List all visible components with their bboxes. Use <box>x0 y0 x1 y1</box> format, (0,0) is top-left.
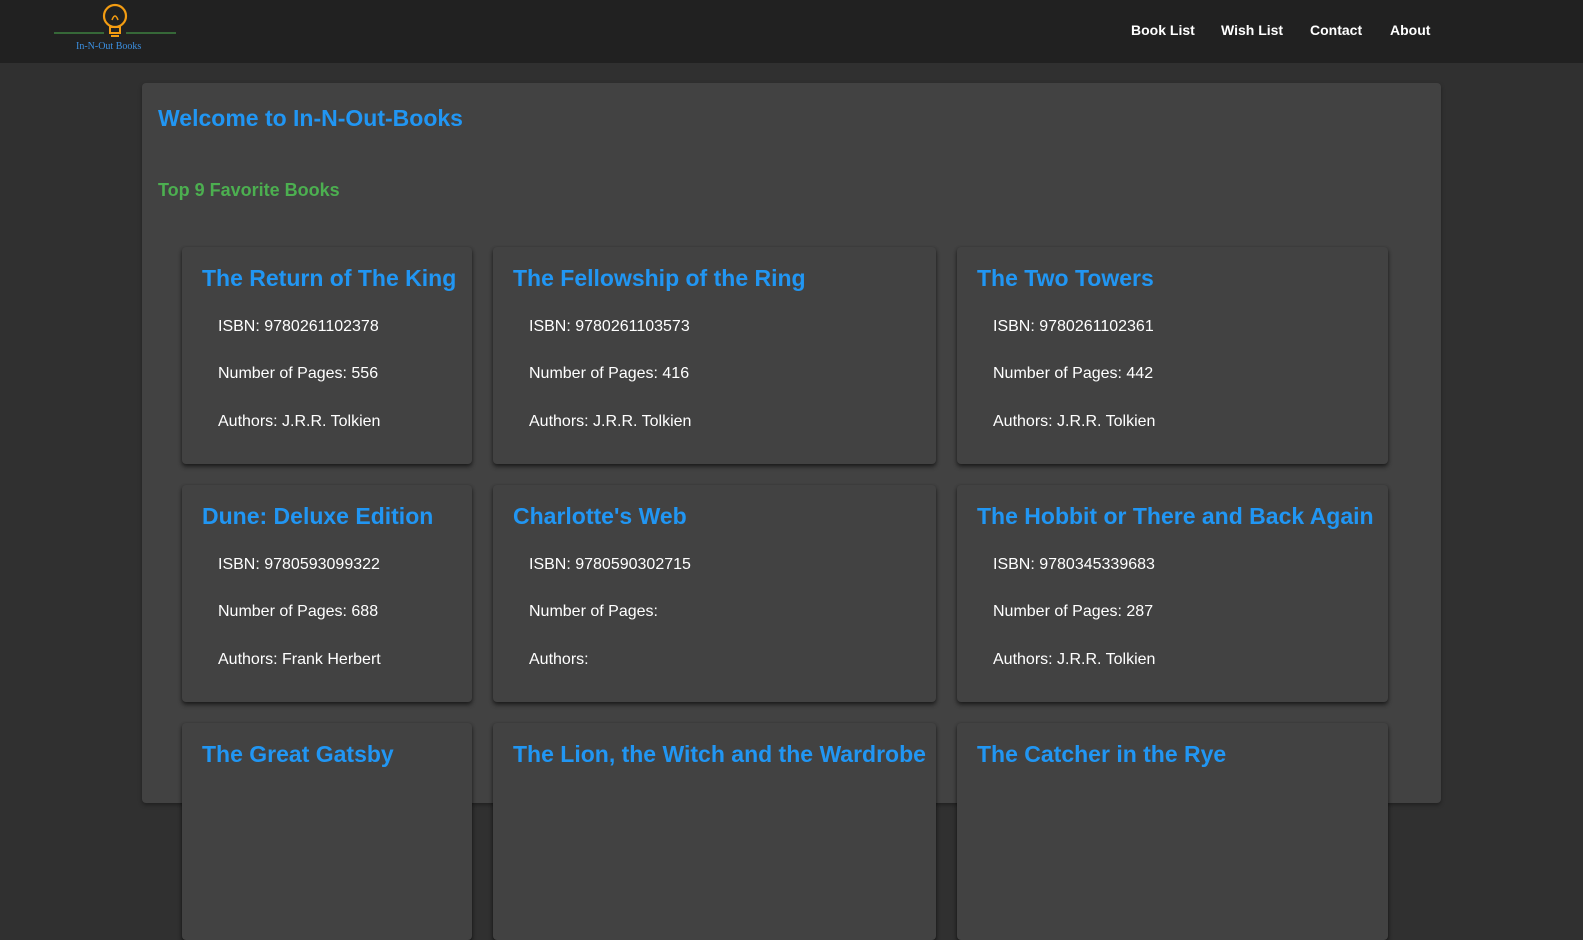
book-isbn: ISBN: 9780261103573 <box>529 318 690 336</box>
isbn-value: 9780261102378 <box>264 318 379 335</box>
authors-label: Authors: <box>529 651 589 668</box>
book-pages: Number of Pages: 556 <box>218 365 378 383</box>
authors-label: Authors: <box>529 413 594 430</box>
book-authors: Authors: J.R.R. Tolkien <box>993 651 1155 669</box>
book-card[interactable]: The Hobbit or There and Back Again ISBN:… <box>957 485 1388 702</box>
isbn-value: 9780593099322 <box>264 556 380 573</box>
isbn-label: ISBN: <box>218 556 265 573</box>
book-title[interactable]: The Two Towers <box>977 265 1154 292</box>
isbn-value: 9780345339683 <box>1039 556 1155 573</box>
book-title[interactable]: The Lion, the Witch and the Wardrobe <box>513 741 926 768</box>
book-isbn: ISBN: 9780261102361 <box>993 318 1154 336</box>
pages-value: 287 <box>1126 603 1154 620</box>
authors-value: J.R.R. Tolkien <box>1057 651 1156 668</box>
isbn-label: ISBN: <box>993 556 1040 573</box>
isbn-label: ISBN: <box>218 318 265 335</box>
logo-text: In-N-Out Books <box>76 41 142 52</box>
authors-label: Authors: <box>993 413 1058 430</box>
book-authors: Authors: Frank Herbert <box>218 651 381 669</box>
isbn-label: ISBN: <box>993 318 1040 335</box>
pages-label: Number of Pages: <box>218 603 352 620</box>
book-card[interactable]: The Great Gatsby <box>182 723 472 940</box>
book-title[interactable]: The Fellowship of the Ring <box>513 265 806 292</box>
section-subtitle: Top 9 Favorite Books <box>158 180 340 200</box>
book-card[interactable]: Charlotte's Web ISBN: 9780590302715 Numb… <box>493 485 936 702</box>
pages-value: 416 <box>662 365 690 382</box>
book-isbn: ISBN: 9780345339683 <box>993 556 1155 574</box>
authors-label: Authors: <box>993 651 1058 668</box>
book-authors: Authors: J.R.R. Tolkien <box>993 413 1155 431</box>
book-title[interactable]: The Hobbit or There and Back Again <box>977 503 1374 530</box>
authors-value: J.R.R. Tolkien <box>593 413 692 430</box>
pages-label: Number of Pages: <box>993 603 1127 620</box>
book-pages: Number of Pages: 287 <box>993 603 1153 621</box>
lightbulb-icon <box>54 3 176 37</box>
pages-label: Number of Pages: <box>529 603 658 620</box>
isbn-value: 9780261102361 <box>1039 318 1154 335</box>
book-title[interactable]: The Catcher in the Rye <box>977 741 1226 768</box>
nav-book-list[interactable]: Book List <box>1131 22 1195 38</box>
authors-label: Authors: <box>218 413 283 430</box>
authors-label: Authors: <box>218 651 283 668</box>
book-pages: Number of Pages: 688 <box>218 603 378 621</box>
book-card[interactable]: The Lion, the Witch and the Wardrobe <box>493 723 936 940</box>
isbn-value: 9780261103573 <box>575 318 690 335</box>
page-title: Welcome to In-N-Out-Books <box>158 105 463 131</box>
book-title[interactable]: The Great Gatsby <box>202 741 394 768</box>
book-authors: Authors: J.R.R. Tolkien <box>218 413 380 431</box>
nav-contact[interactable]: Contact <box>1310 22 1362 38</box>
pages-value: 688 <box>351 603 379 620</box>
pages-value: 442 <box>1126 365 1154 382</box>
isbn-value: 9780590302715 <box>575 556 691 573</box>
book-isbn: ISBN: 9780593099322 <box>218 556 380 574</box>
isbn-label: ISBN: <box>529 556 576 573</box>
book-title[interactable]: The Return of The King <box>202 265 456 292</box>
authors-value: J.R.R. Tolkien <box>1057 413 1156 430</box>
book-card[interactable]: The Fellowship of the Ring ISBN: 9780261… <box>493 247 936 464</box>
logo[interactable]: In-N-Out Books <box>54 0 178 63</box>
authors-value: Frank Herbert <box>282 651 381 668</box>
book-authors: Authors: <box>529 651 589 669</box>
book-isbn: ISBN: 9780261102378 <box>218 318 379 336</box>
book-isbn: ISBN: 9780590302715 <box>529 556 691 574</box>
book-card[interactable]: Dune: Deluxe Edition ISBN: 9780593099322… <box>182 485 472 702</box>
pages-label: Number of Pages: <box>218 365 352 382</box>
authors-value: J.R.R. Tolkien <box>282 413 381 430</box>
book-authors: Authors: J.R.R. Tolkien <box>529 413 691 431</box>
pages-label: Number of Pages: <box>529 365 663 382</box>
pages-value: 556 <box>351 365 379 382</box>
book-title[interactable]: Dune: Deluxe Edition <box>202 503 433 530</box>
nav-wish-list[interactable]: Wish List <box>1221 22 1283 38</box>
book-card[interactable]: The Return of The King ISBN: 97802611023… <box>182 247 472 464</box>
book-card[interactable]: The Catcher in the Rye <box>957 723 1388 940</box>
home-card: Welcome to In-N-Out-Books Top 9 Favorite… <box>142 83 1441 940</box>
isbn-label: ISBN: <box>529 318 576 335</box>
book-pages: Number of Pages: <box>529 603 658 621</box>
book-pages: Number of Pages: 442 <box>993 365 1153 383</box>
book-pages: Number of Pages: 416 <box>529 365 689 383</box>
book-card[interactable]: The Two Towers ISBN: 9780261102361 Numbe… <box>957 247 1388 464</box>
pages-label: Number of Pages: <box>993 365 1127 382</box>
nav-about[interactable]: About <box>1390 22 1430 38</box>
book-title[interactable]: Charlotte's Web <box>513 503 687 530</box>
top-navbar: In-N-Out Books Book List Wish List Conta… <box>0 0 1583 63</box>
